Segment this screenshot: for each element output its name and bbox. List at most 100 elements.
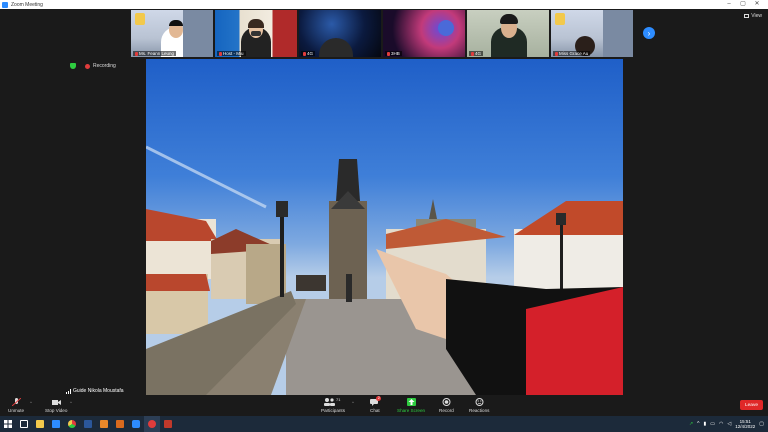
recording-label: Recording <box>93 63 116 69</box>
audio-options-caret-icon[interactable]: ^ <box>30 400 32 405</box>
unmute-button[interactable]: Unmute <box>8 397 25 413</box>
maximize-button[interactable]: ▢ <box>736 0 750 9</box>
participant-name: Ms. Feann Leung <box>139 51 175 56</box>
task-view-button[interactable] <box>16 416 32 432</box>
tray-volume-icon[interactable]: ◁ <box>727 421 731 427</box>
record-button[interactable]: Record <box>439 398 454 413</box>
title-bar: Zoom Meeting – ▢ ✕ <box>0 0 768 9</box>
meeting-toolbar: Unmute ^ Stop Video ^ 71 Participants ^ … <box>0 396 768 418</box>
main-speaker-video[interactable] <box>146 59 623 395</box>
recording-indicator[interactable]: Recording <box>85 63 116 69</box>
participant-name: 4G <box>475 51 482 56</box>
school-logo-icon <box>135 13 145 25</box>
clock-date: 12/4/2022 <box>735 424 756 429</box>
next-page-arrow-icon[interactable]: › <box>643 27 655 39</box>
taskbar-app-red[interactable] <box>160 416 176 432</box>
audio-level-icon <box>66 388 71 394</box>
share-screen-icon <box>406 398 416 406</box>
chat-icon: 2 <box>370 396 382 406</box>
participant-tile[interactable]: Host - Miu <box>215 10 297 57</box>
gallery-strip: Ms. Feann Leung Host - Miu 4G 3HB 4G Mis… <box>131 10 633 57</box>
participant-video <box>319 38 353 57</box>
taskbar-file-explorer[interactable] <box>32 416 48 432</box>
windows-logo-icon <box>4 420 12 428</box>
network-activity-icon[interactable]: ↗ <box>689 421 693 427</box>
word-icon <box>84 420 92 428</box>
participant-tile[interactable]: Ms. Feann Leung <box>131 10 213 57</box>
participants-icon: 71 <box>323 397 343 406</box>
tray-battery-icon[interactable]: ▭ <box>710 421 715 427</box>
taskbar-app-active[interactable] <box>144 416 160 432</box>
unmute-label: Unmute <box>8 408 25 413</box>
participants-button[interactable]: 71 Participants <box>321 397 346 413</box>
encryption-shield-icon[interactable] <box>70 63 76 69</box>
record-label: Record <box>439 408 454 413</box>
reactions-label: Reactions <box>469 408 490 413</box>
speaker-name: Guide Nikola Moustafa <box>73 388 124 394</box>
chat-badge: 2 <box>376 396 382 401</box>
video-camera-icon <box>51 398 61 406</box>
tray-overflow-icon[interactable]: ^ <box>697 421 699 427</box>
app-icon <box>164 420 172 428</box>
muted-mic-icon <box>11 397 21 407</box>
participant-name: Miss Grace Au <box>559 51 589 56</box>
tray-mic-icon[interactable]: ▮ <box>704 421 707 427</box>
chat-label: Chat <box>370 408 380 413</box>
participant-tile[interactable]: 3HB <box>383 10 465 57</box>
tray-wifi-icon[interactable]: ◠ <box>719 421 723 427</box>
stop-video-button[interactable]: Stop Video <box>45 398 67 413</box>
taskbar-word[interactable] <box>80 416 96 432</box>
windows-start-button[interactable] <box>0 416 16 432</box>
participant-tile[interactable]: 4G <box>299 10 381 57</box>
chat-button[interactable]: 2 Chat <box>370 396 382 413</box>
view-button[interactable]: View <box>744 13 762 19</box>
smiley-icon <box>475 398 484 406</box>
system-tray: ↗ ^ ▮ ▭ ◠ ◁ 15:51 12/4/2022 ▢ <box>689 416 768 432</box>
view-label: View <box>751 13 762 19</box>
record-dot-icon <box>85 63 90 69</box>
stop-video-label: Stop Video <box>45 408 68 413</box>
participant-name: 3HB <box>391 51 400 56</box>
app-icon <box>148 420 156 428</box>
taskbar-clock[interactable]: 15:51 12/4/2022 <box>735 419 755 429</box>
task-view-icon <box>20 420 28 428</box>
close-button[interactable]: ✕ <box>750 0 764 9</box>
participant-video <box>438 20 454 36</box>
participants-caret-icon[interactable]: ^ <box>352 400 354 405</box>
muted-mic-icon <box>471 51 474 56</box>
window-title: Zoom Meeting <box>11 1 43 8</box>
participant-name: Host - Miu <box>223 51 244 56</box>
app-icon <box>100 420 108 428</box>
taskbar-mail[interactable] <box>48 416 64 432</box>
muted-mic-icon <box>387 51 390 56</box>
minimize-button[interactable]: – <box>722 0 736 9</box>
share-screen-button[interactable]: Share Screen <box>397 398 425 413</box>
video-options-caret-icon[interactable]: ^ <box>70 400 72 405</box>
leave-button[interactable]: Leave <box>740 400 763 410</box>
school-logo-icon <box>555 13 565 25</box>
active-speaker-label: Guide Nikola Moustafa <box>66 388 124 394</box>
muted-mic-icon <box>135 51 138 56</box>
participants-count: 71 <box>336 397 341 402</box>
folder-icon <box>36 420 44 428</box>
participant-tile[interactable]: Miss Grace Au <box>551 10 633 57</box>
share-screen-label: Share Screen <box>397 408 426 413</box>
video-scene <box>146 145 623 395</box>
muted-mic-icon <box>303 51 306 56</box>
taskbar-chrome[interactable] <box>64 416 80 432</box>
windows-taskbar: ↗ ^ ▮ ▭ ◠ ◁ 15:51 12/4/2022 ▢ <box>0 416 768 432</box>
taskbar-app-orange[interactable] <box>96 416 112 432</box>
zoom-icon <box>132 420 140 428</box>
notifications-icon[interactable]: ▢ <box>759 421 764 427</box>
grid-view-icon <box>744 14 750 18</box>
taskbar-zoom[interactable] <box>128 416 144 432</box>
zoom-logo-icon <box>2 1 8 8</box>
chrome-icon <box>68 420 76 428</box>
muted-mic-icon <box>555 51 558 56</box>
participant-tile[interactable]: 4G <box>467 10 549 57</box>
reactions-button[interactable]: Reactions <box>469 398 489 413</box>
muted-mic-icon <box>219 51 222 56</box>
participants-label: Participants <box>321 408 346 413</box>
taskbar-app-orange2[interactable] <box>112 416 128 432</box>
participant-name: 4G <box>307 51 314 56</box>
